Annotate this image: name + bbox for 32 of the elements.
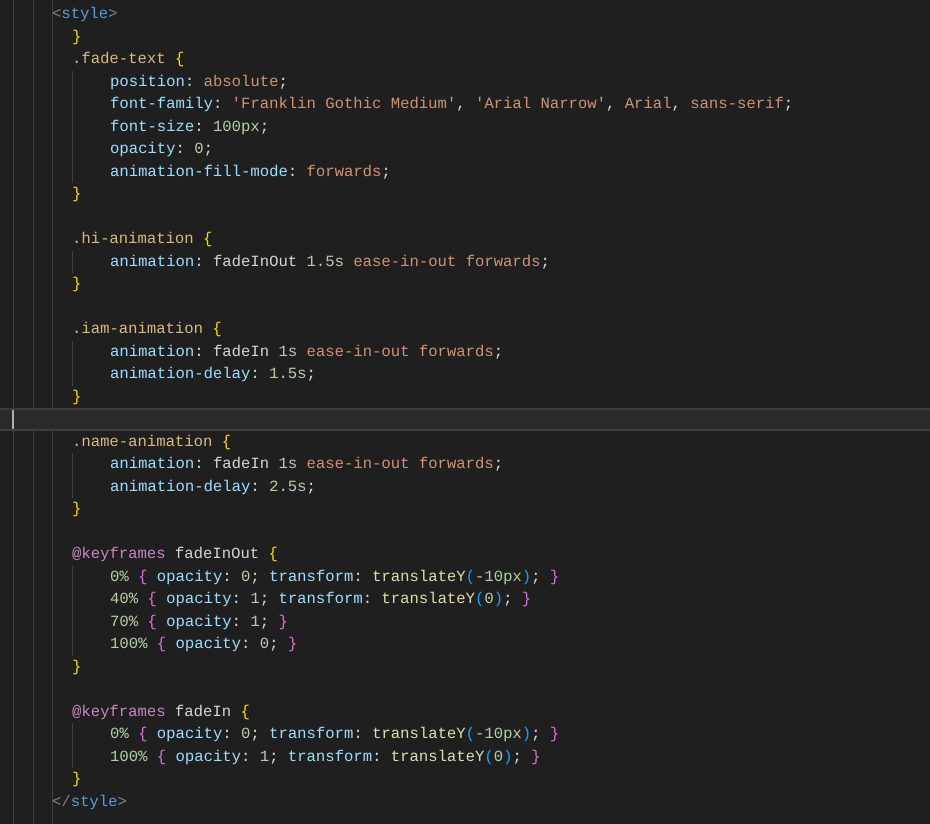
code-line: } (72, 386, 82, 408)
code-line: @keyframes fadeInOut { (72, 544, 278, 565)
code-line: .hi-animation { (72, 229, 212, 250)
code-line: .fade-text { (72, 49, 184, 70)
code-line: .iam-animation { (72, 319, 222, 340)
text-cursor (12, 410, 14, 429)
code-line: font-family: 'Franklin Gothic Medium', 'Arial Narrow', Arial, sans-serif; (110, 94, 794, 115)
code-line: animation: fadeIn 1s ease-in-out forwards; (110, 454, 504, 475)
code-line: } (72, 26, 82, 48)
code-line: 40% { opacity: 1; transform: translateY(0); } (110, 589, 532, 610)
code-line: 0% { opacity: 0; transform: translateY(-10px); } (110, 724, 560, 745)
code-line: animation-fill-mode: forwards; (110, 162, 391, 182)
code-line: 100% { opacity: 0; } (110, 634, 298, 655)
code-line: <style> (52, 4, 118, 25)
code-line: animation: fadeIn 1s ease-in-out forwards; (110, 342, 504, 362)
code-line: animation-delay: 2.5s; (110, 476, 316, 498)
code-line: position: absolute; (110, 72, 288, 92)
code-line: } (72, 769, 82, 790)
code-line: opacity: 0; (110, 139, 213, 160)
code-line: animation: fadeInOut 1.5s ease-in-out forwards; (110, 252, 550, 272)
code-line: @keyframes fadeIn { (72, 702, 250, 722)
code-line: font-size: 100px; (110, 116, 270, 138)
code-line: .name-animation { (72, 432, 232, 452)
code-line: 70% { opacity: 1; } (110, 612, 288, 632)
code-line: 0% { opacity: 0; transform: translateY(-10px); } (110, 566, 560, 588)
code-line: } (72, 274, 82, 295)
code-line: 100% { opacity: 1; transform: translateY(0); } (110, 746, 541, 768)
code-line: } (72, 184, 82, 205)
code-line: </style> (52, 792, 127, 812)
code-line: } (72, 656, 82, 678)
code-line: animation-delay: 1.5s; (110, 364, 316, 385)
code-line: } (72, 499, 82, 520)
